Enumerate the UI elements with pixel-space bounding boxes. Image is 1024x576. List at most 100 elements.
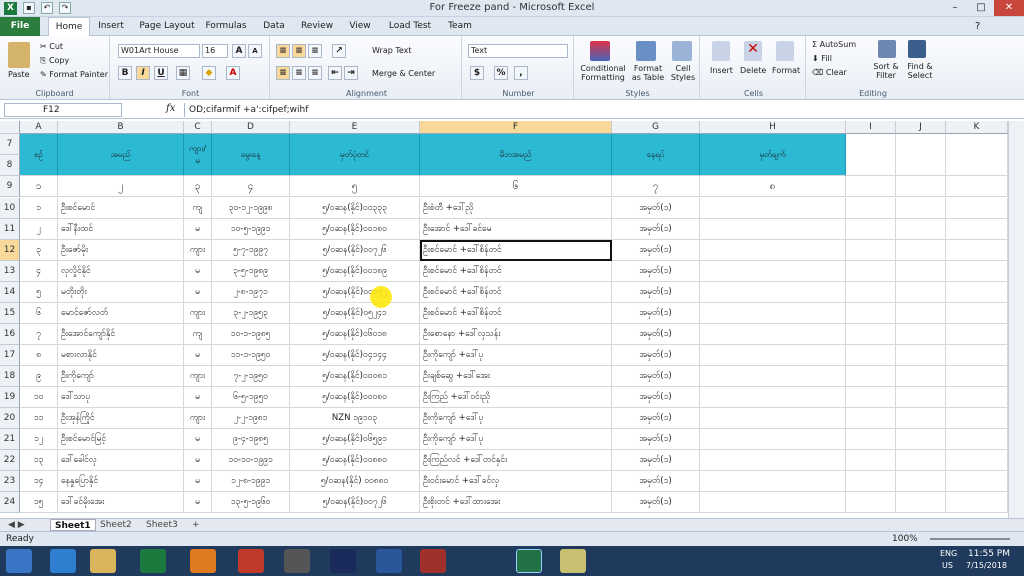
number-cell[interactable]: ၃ [184, 176, 212, 197]
table-cell[interactable] [700, 303, 846, 324]
empty-cell[interactable] [896, 450, 946, 471]
empty-cell[interactable] [946, 387, 1008, 408]
bold-button[interactable]: B [118, 66, 132, 80]
table-cell[interactable]: ၅/ဝဆန(နိုင်)၀၀၀၈၀ [290, 387, 420, 408]
table-cell[interactable]: ဦးကြည် +ဒေါ်ဝင်းညို [420, 387, 612, 408]
help-icon[interactable]: ? [975, 21, 980, 32]
table-cell[interactable] [700, 471, 846, 492]
table-cell[interactable]: ကျား [184, 303, 212, 324]
column-header-k[interactable]: K [946, 121, 1008, 134]
table-cell[interactable]: မ [184, 429, 212, 450]
align-right-icon[interactable]: ≡ [308, 66, 322, 80]
media-icon[interactable] [238, 549, 264, 573]
table-cell[interactable]: မ [184, 471, 212, 492]
align-bottom-icon[interactable]: ≡ [308, 44, 322, 58]
currency-button[interactable]: $ [470, 66, 484, 80]
table-cell[interactable]: ဦးအောင် +ဒေါ်ခင်မေ [420, 219, 612, 240]
number-cell[interactable]: ၁ [20, 176, 58, 197]
number-cell[interactable]: ၇ [612, 176, 700, 197]
row-header-20[interactable]: 20 [0, 408, 20, 429]
empty-cell[interactable] [896, 303, 946, 324]
row-header-21[interactable]: 21 [0, 429, 20, 450]
empty-cell[interactable] [946, 261, 1008, 282]
number-cell[interactable]: ၆ [420, 176, 612, 197]
zoom-level[interactable]: 100% [892, 532, 918, 546]
empty-cell[interactable] [846, 261, 896, 282]
empty-cell[interactable] [896, 176, 946, 197]
cell-styles-button[interactable]: Cell Styles [668, 64, 698, 82]
table-cell[interactable]: ဦးစင်မောင် +ဒေါ်စိန်တင် [420, 240, 612, 261]
header-cell[interactable]: မှတ်ချက် [700, 134, 846, 176]
row-header-16[interactable]: 16 [0, 324, 20, 345]
row-header-14[interactable]: 14 [0, 282, 20, 303]
table-cell[interactable] [700, 198, 846, 219]
fx-icon[interactable]: fx [166, 103, 175, 114]
row-header-18[interactable]: 18 [0, 366, 20, 387]
table-cell[interactable]: ၅/ဝဆန(နိုင်)၀၄၁၄၄ [290, 345, 420, 366]
table-cell[interactable]: အမှတ်(၁) [612, 303, 700, 324]
table-cell[interactable]: ၇-၂-၁၉၅၀ [212, 366, 290, 387]
table-cell[interactable]: ၅/ဝဆန(နိုင်)၀၀၃၃၃ [290, 198, 420, 219]
decrease-indent-icon[interactable]: ⇤ [328, 66, 342, 80]
table-cell[interactable]: အမှတ်(၁) [612, 219, 700, 240]
format-button[interactable]: Format [772, 66, 800, 75]
header-cell[interactable]: မှတ်ပုံတင် [290, 134, 420, 176]
app-icon[interactable] [284, 549, 310, 573]
empty-cell[interactable] [946, 219, 1008, 240]
empty-cell[interactable] [846, 408, 896, 429]
insert-icon[interactable] [712, 41, 730, 61]
table-cell[interactable]: အမှတ်(၁) [612, 282, 700, 303]
tab-review[interactable]: Review [297, 17, 337, 36]
empty-cell[interactable] [946, 134, 1008, 176]
table-cell[interactable] [700, 387, 846, 408]
table-cell[interactable]: ဦးစင်မောင် +ဒေါ်စိန်တင် [420, 303, 612, 324]
table-cell[interactable]: ၄ [20, 261, 58, 282]
table-cell[interactable]: မစားလာနိုင် [58, 345, 184, 366]
close-icon[interactable]: ✕ [994, 0, 1024, 16]
table-cell[interactable]: ၉ [20, 366, 58, 387]
empty-cell[interactable] [846, 471, 896, 492]
row-header-17[interactable]: 17 [0, 345, 20, 366]
empty-cell[interactable] [846, 345, 896, 366]
table-cell[interactable]: ဦးအုန်ကြိုင် [58, 408, 184, 429]
align-left-icon[interactable]: ≡ [276, 66, 290, 80]
format-table-icon[interactable] [636, 41, 656, 61]
table-cell[interactable]: ၃-၅-၁၉၈၉ [212, 261, 290, 282]
maximize-icon[interactable]: □ [968, 0, 994, 16]
excel-taskbar-icon[interactable] [516, 549, 542, 573]
table-cell[interactable]: ဦးစင်မောင် +ဒေါ်စိန်တင် [420, 261, 612, 282]
photoshop-icon[interactable] [330, 549, 356, 573]
header-cell[interactable]: အမည် [58, 134, 184, 176]
table-cell[interactable]: ၃ [20, 240, 58, 261]
table-cell[interactable]: မ [184, 492, 212, 513]
table-cell[interactable]: မောင်ဇော်လတ် [58, 303, 184, 324]
column-header-d[interactable]: D [212, 121, 290, 134]
header-cell[interactable]: စဉ် [20, 134, 58, 176]
table-cell[interactable]: မ [184, 345, 212, 366]
sort-filter-button[interactable]: Sort & Filter [870, 62, 902, 80]
table-cell[interactable]: အမှတ်(၁) [612, 492, 700, 513]
table-cell[interactable]: နေနှုပြောနိုင် [58, 471, 184, 492]
number-cell[interactable]: ၄ [212, 176, 290, 197]
align-top-icon[interactable]: ≡ [276, 44, 290, 58]
table-cell[interactable]: ၅/ဝဆန(နိုင်)၀၀၀၈၁ [290, 366, 420, 387]
table-cell[interactable]: ကျား [184, 240, 212, 261]
table-cell[interactable] [700, 429, 846, 450]
table-cell[interactable]: ၅-၇-၁၉၉၇ [212, 240, 290, 261]
table-cell[interactable]: ၁ [20, 198, 58, 219]
table-cell[interactable]: အမှတ်(၁) [612, 471, 700, 492]
row-header-23[interactable]: 23 [0, 471, 20, 492]
table-cell[interactable]: ၁၃-၅-၁၉၆၀ [212, 492, 290, 513]
table-cell[interactable]: လှလှိုင်နိုင် [58, 261, 184, 282]
firefox-icon[interactable] [190, 549, 216, 573]
table-cell[interactable]: ဒေါ်နီးထင် [58, 219, 184, 240]
row-header-8[interactable]: 8 [0, 155, 20, 176]
format-icon[interactable] [776, 41, 794, 61]
table-cell[interactable]: ဦးကိုကျော် +ဒေါ်ပု [420, 345, 612, 366]
select-all-corner[interactable] [0, 121, 20, 134]
table-cell[interactable]: ၅/ဝဆန(နိုင်)၀၀၁၈၉ [290, 261, 420, 282]
table-cell[interactable]: ၅/ဝဆန(နိုင်)၀၀၁၈၀ [290, 219, 420, 240]
table-cell[interactable]: ၁၀-၅-၁၉၉၁ [212, 219, 290, 240]
table-cell[interactable]: ဦးကိုကျော် [58, 366, 184, 387]
row-header-22[interactable]: 22 [0, 450, 20, 471]
